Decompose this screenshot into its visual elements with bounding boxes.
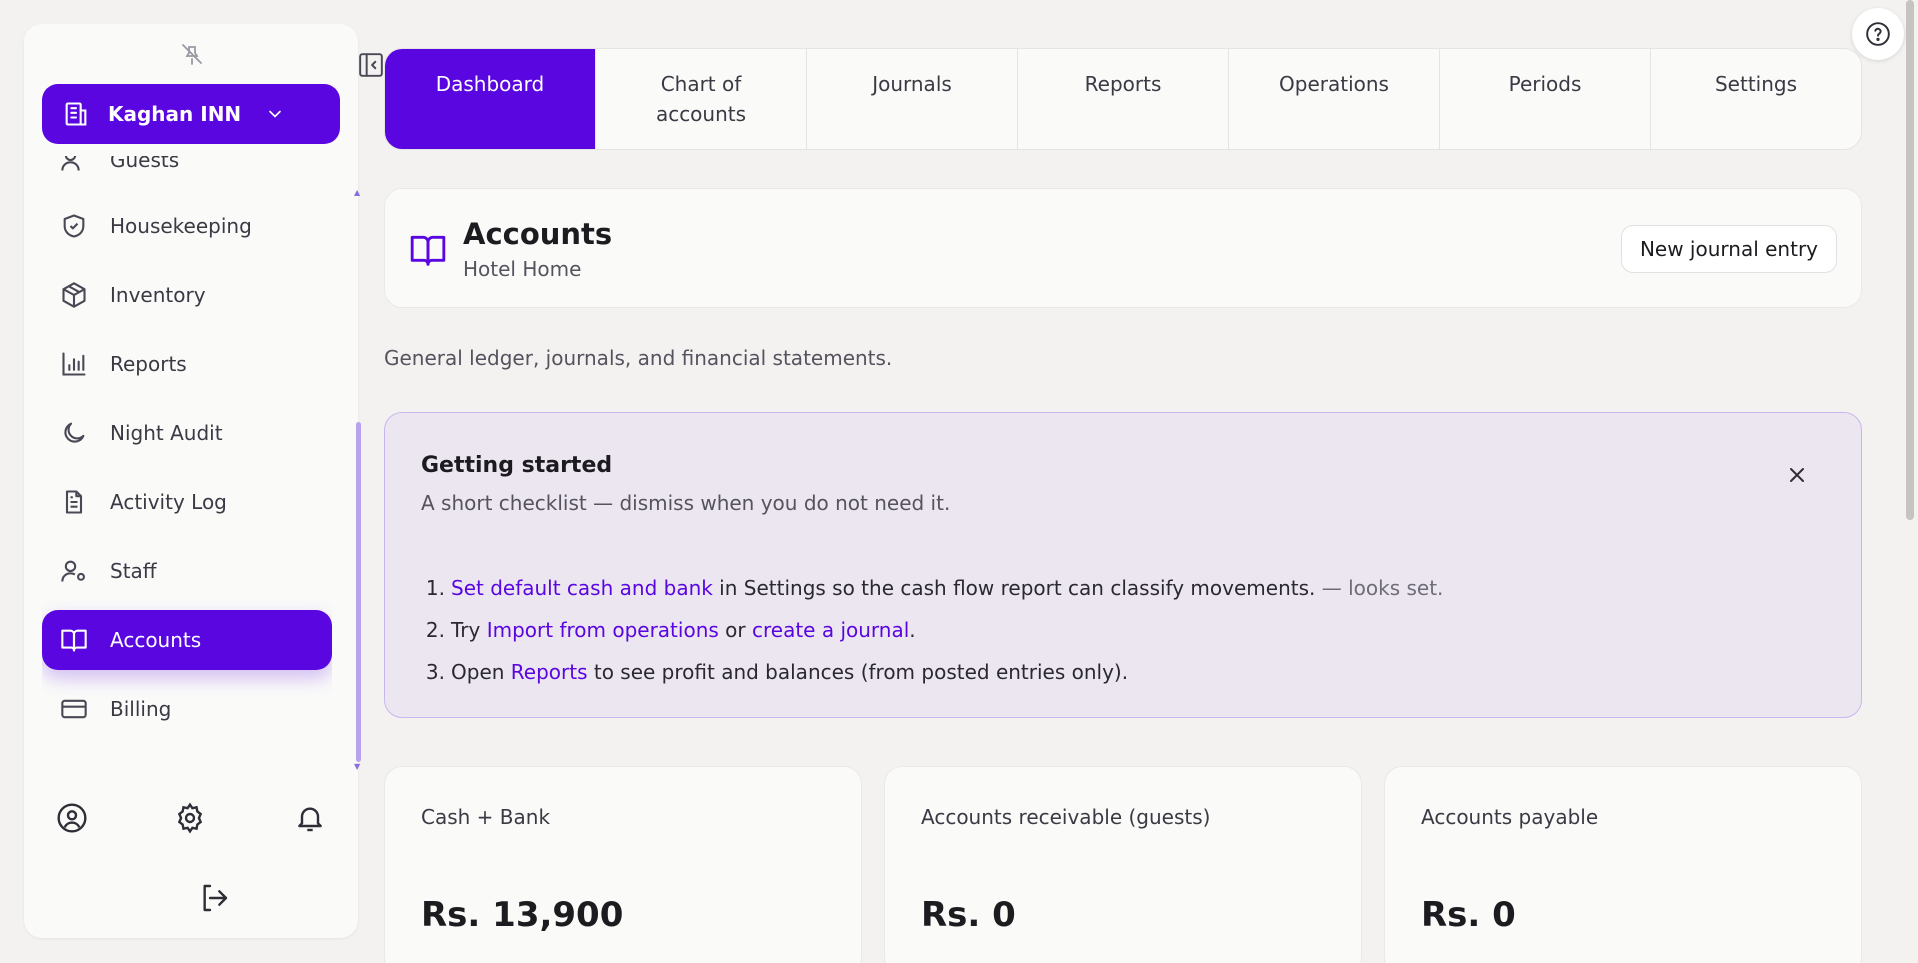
tab-dashboard[interactable]: Dashboard: [385, 49, 596, 149]
sidebar-item-label: Inventory: [110, 283, 206, 307]
step-text: .: [909, 618, 916, 642]
sidebar-scrollbar[interactable]: [356, 422, 361, 762]
checklist-item: 1. Set default cash and bank in Settings …: [421, 567, 1444, 609]
book-open-icon: [409, 231, 447, 269]
shield-check-icon: [63, 214, 85, 238]
tab-label: Chart of accounts: [655, 72, 747, 126]
tab-settings[interactable]: Settings: [1651, 49, 1861, 149]
gear-icon[interactable]: [174, 802, 206, 834]
sidebar: Kaghan INN Guests Housekeeping Inventory…: [24, 24, 361, 938]
sidebar-item-inventory[interactable]: Inventory: [42, 265, 332, 325]
sidebar-item-accounts[interactable]: Accounts: [42, 610, 332, 670]
user-circle-icon[interactable]: [56, 802, 88, 834]
user-cog-icon: [61, 560, 85, 582]
getting-started-title: Getting started: [421, 453, 613, 478]
sidebar-collapse-icon[interactable]: [358, 52, 384, 78]
step-text: Try: [451, 618, 487, 642]
stat-label: Accounts receivable (guests): [921, 805, 1211, 829]
stat-value: Rs. 0: [1421, 895, 1516, 935]
sidebar-item-label: Billing: [110, 697, 172, 721]
step-text: Open: [451, 660, 511, 684]
sidebar-item-activity-log[interactable]: Activity Log: [42, 472, 332, 532]
org-switcher[interactable]: Kaghan INN: [42, 84, 340, 144]
new-journal-entry-button[interactable]: New journal entry: [1620, 225, 1837, 273]
help-circle-icon: [1866, 22, 1890, 46]
tab-journals[interactable]: Journals: [807, 49, 1018, 149]
checklist: 1. Set default cash and bank in Settings …: [421, 567, 1444, 693]
tab-reports[interactable]: Reports: [1018, 49, 1229, 149]
help-button[interactable]: [1852, 8, 1904, 60]
sidebar-nav: Guests Housekeeping Inventory Reports Ni…: [42, 156, 332, 776]
sidebar-footer: [24, 802, 358, 858]
sidebar-item-staff[interactable]: Staff: [42, 541, 332, 601]
checklist-item: 2. Try Import from operations or create a…: [421, 609, 1443, 651]
sidebar-item-label: Housekeeping: [110, 214, 252, 238]
step-number: 1.: [425, 576, 445, 600]
page-subtitle: Hotel Home: [463, 257, 582, 281]
book-open-icon: [61, 629, 87, 652]
step-note: — looks set.: [1315, 576, 1444, 600]
step-number: 3.: [425, 660, 445, 684]
page-header: Accounts Hotel Home New journal entry: [384, 188, 1862, 308]
checklist-item: 3. Open Reports to see profit and balance…: [421, 651, 1443, 693]
credit-card-icon: [61, 699, 87, 719]
stat-value: Rs. 0: [921, 895, 1016, 935]
section-tabs: Dashboard Chart of accounts Journals Rep…: [384, 48, 1862, 150]
getting-started-banner: Getting started A short checklist — dism…: [384, 412, 1862, 718]
scroll-down-arrow[interactable]: ▼: [354, 763, 362, 771]
close-icon[interactable]: [1785, 463, 1809, 487]
bar-chart-icon: [62, 352, 86, 376]
building-icon: [65, 102, 87, 126]
bell-icon[interactable]: [294, 802, 326, 834]
sidebar-item-label: Guests: [110, 156, 180, 172]
users-icon: [61, 156, 80, 171]
stat-card-receivable: Accounts receivable (guests) Rs. 0: [884, 766, 1362, 963]
pin-off-icon[interactable]: [180, 42, 204, 66]
sidebar-item-billing[interactable]: Billing: [42, 679, 332, 739]
sidebar-item-label: Staff: [110, 559, 157, 583]
page-description: General ledger, journals, and financial …: [384, 346, 893, 370]
chevron-down-icon: [269, 110, 282, 118]
stat-value: Rs. 13,900: [421, 895, 624, 935]
stat-label: Cash + Bank: [421, 805, 551, 829]
stat-label: Accounts payable: [1421, 805, 1599, 829]
sidebar-item-label: Night Audit: [110, 421, 223, 445]
sidebar-item-night-audit[interactable]: Night Audit: [42, 403, 332, 463]
reports-link[interactable]: Reports: [511, 660, 588, 684]
tab-periods[interactable]: Periods: [1440, 49, 1651, 149]
import-from-operations-link[interactable]: Import from operations: [487, 618, 719, 642]
tab-chart-of-accounts[interactable]: Chart of accounts: [596, 49, 807, 149]
sidebar-item-label: Activity Log: [110, 490, 227, 514]
stat-card-payable: Accounts payable Rs. 0: [1384, 766, 1862, 963]
org-name: Kaghan INN: [108, 102, 242, 126]
sidebar-item-label: Reports: [110, 352, 187, 376]
page-scrollbar[interactable]: [1906, 0, 1914, 520]
tab-operations[interactable]: Operations: [1229, 49, 1440, 149]
create-journal-link[interactable]: create a journal: [752, 618, 909, 642]
step-number: 2.: [425, 618, 445, 642]
step-text: or: [718, 618, 752, 642]
set-default-cash-bank-link[interactable]: Set default cash and bank: [451, 576, 713, 600]
file-text-icon: [65, 490, 83, 514]
package-icon: [62, 282, 86, 308]
scroll-up-arrow[interactable]: ▲: [354, 189, 362, 197]
moon-icon: [64, 422, 85, 443]
step-text: in Settings so the cash flow report can …: [712, 576, 1316, 600]
getting-started-subtitle: A short checklist — dismiss when you do …: [421, 491, 951, 515]
sidebar-item-reports[interactable]: Reports: [42, 334, 332, 394]
sidebar-item-label: Accounts: [110, 628, 202, 652]
sidebar-item-guests[interactable]: Guests: [42, 156, 332, 190]
logout-icon[interactable]: [198, 882, 230, 914]
stat-card-cash-bank: Cash + Bank Rs. 13,900: [384, 766, 862, 963]
page-title: Accounts: [463, 217, 613, 251]
step-text: to see profit and balances (from posted …: [587, 660, 1129, 684]
sidebar-item-housekeeping[interactable]: Housekeeping: [42, 196, 332, 256]
